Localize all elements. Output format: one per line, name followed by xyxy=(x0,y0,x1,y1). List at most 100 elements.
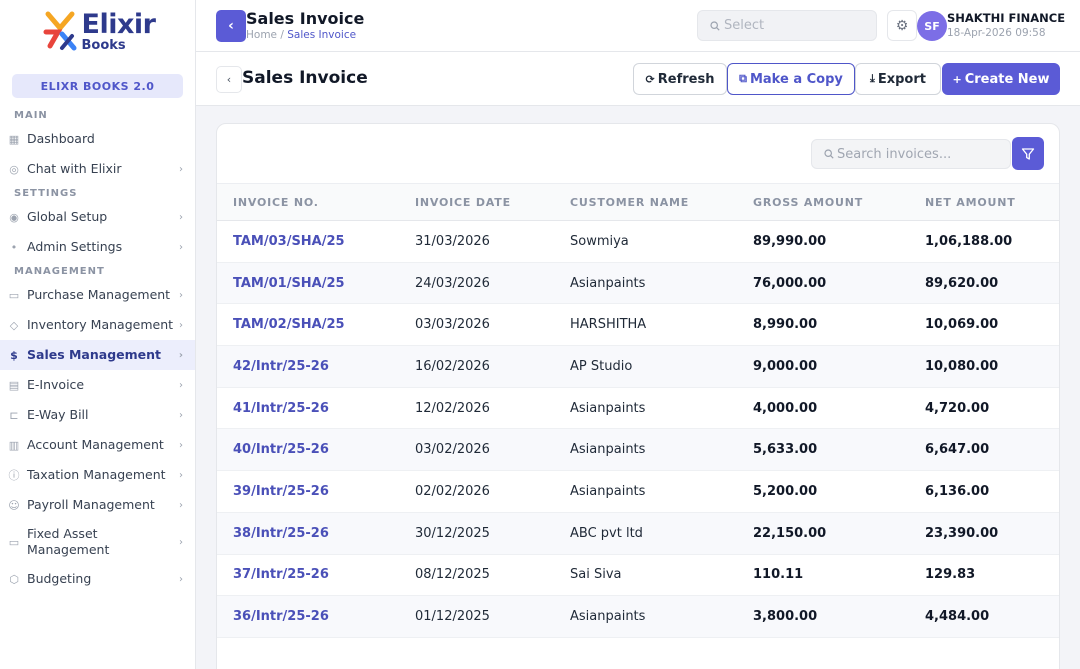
hexagon-icon: ⬡ xyxy=(9,572,19,586)
customer-name-cell: Asianpaints xyxy=(554,262,737,305)
invoice-date-cell: 12/02/2026 xyxy=(399,387,554,430)
sidebar-item-taxation-management[interactable]: ⓘ Taxation Management › xyxy=(0,460,195,490)
sidebar-item-label: Global Setup xyxy=(27,209,108,224)
sidebar-item-budgeting[interactable]: ⬡ Budgeting › xyxy=(0,564,195,594)
sidebar-item-dashboard[interactable]: ▦ Dashboard xyxy=(0,124,195,154)
sidebar-section-label: MANAGEMENT xyxy=(14,265,105,277)
brand-sub: Books xyxy=(81,37,126,53)
sidebar-item-account-management[interactable]: ▥ Account Management › xyxy=(0,430,195,460)
gross-amount-cell: 89,990.00 xyxy=(737,220,909,263)
sidebar-item-sales-management[interactable]: $ Sales Management › xyxy=(0,340,195,370)
table-row[interactable]: 41/Intr/25-26 12/02/2026 Asianpaints 4,000.… xyxy=(217,387,1059,430)
monitor-icon: ▭ xyxy=(8,535,20,549)
breadcrumb-home[interactable]: Home xyxy=(246,29,277,41)
page-header: ‹ Sales Invoice ⟳ Refresh ⧉ Make a Copy ⤓ E… xyxy=(196,52,1080,106)
invoice-number-cell[interactable]: 39/Intr/25-26 xyxy=(217,470,399,513)
export-label: Export xyxy=(877,71,926,87)
sidebar-item-e-way-bill[interactable]: ⊏ E-Way Bill › xyxy=(0,400,195,430)
export-button[interactable]: ⤓ Export xyxy=(855,63,941,95)
sidebar-item-label: Fixed Asset Management xyxy=(27,526,110,557)
brand-logo[interactable]: Elixir Books xyxy=(0,0,195,62)
sidebar-item-admin-settings[interactable]: • Admin Settings › xyxy=(0,232,195,262)
breadcrumb-current[interactable]: Sales Invoice xyxy=(287,29,356,41)
invoice-date-cell: 03/03/2026 xyxy=(399,303,554,347)
sidebar-item-inventory-management[interactable]: ◇ Inventory Management › xyxy=(0,310,195,340)
gross-amount-cell: 3,800.00 xyxy=(737,595,909,638)
sidebar-item-e-invoice[interactable]: ▤ E-Invoice › xyxy=(0,370,195,400)
table-row[interactable]: TAM/02/SHA/25 03/03/2026 HARSHITHA 8,990.00… xyxy=(217,303,1059,347)
net-amount-cell: 10,069.00 xyxy=(909,303,1059,347)
chat-icon: ◎ xyxy=(9,162,19,176)
table-header-row: INVOICE NO. INVOICE DATE CUSTOMER NAME GROS… xyxy=(217,183,1059,221)
column-header[interactable]: NET AMOUNT xyxy=(909,183,1059,221)
invoice-date-cell: 24/03/2026 xyxy=(399,262,554,305)
sidebar-item-label: Account Management xyxy=(27,437,164,452)
create-new-button[interactable]: + Create New xyxy=(942,63,1060,95)
chevron-right-icon: › xyxy=(179,163,183,175)
invoice-number-cell[interactable]: TAM/03/SHA/25 xyxy=(217,220,399,263)
avatar[interactable]: SF xyxy=(917,11,947,41)
gross-amount-cell: 9,000.00 xyxy=(737,345,909,388)
search-input[interactable]: Search invoices... xyxy=(811,139,1011,169)
customer-name-cell: Asianpaints xyxy=(554,595,737,638)
sidebar-section-label: SETTINGS xyxy=(14,187,78,199)
table-row[interactable]: 42/Intr/25-26 16/02/2026 AP Studio 9,000.00… xyxy=(217,345,1059,388)
plus-icon: + xyxy=(952,72,962,86)
net-amount-cell: 1,06,188.00 xyxy=(909,220,1059,263)
table-row[interactable]: 39/Intr/25-26 02/02/2026 Asianpaints 5,200.… xyxy=(217,470,1059,513)
invoice-number-cell[interactable]: 40/Intr/25-26 xyxy=(217,428,399,472)
column-header[interactable]: INVOICE DATE xyxy=(399,183,554,221)
page-title: Sales Invoice xyxy=(242,68,368,88)
table-row[interactable]: 38/Intr/25-26 30/12/2025 ABC pvt ltd 22,150… xyxy=(217,512,1059,555)
sidebar-item-purchase-management[interactable]: ▭ Purchase Management › xyxy=(0,280,195,310)
settings-button[interactable]: ⚙ xyxy=(887,10,917,41)
invoice-date-cell: 31/03/2026 xyxy=(399,220,554,263)
ledger-icon: ▥ xyxy=(8,438,20,452)
column-header[interactable]: INVOICE NO. xyxy=(217,183,399,221)
invoice-table: INVOICE NO. INVOICE DATE CUSTOMER NAME GROS… xyxy=(217,183,1059,638)
net-amount-cell: 129.83 xyxy=(909,554,1059,597)
invoice-list-card: Search invoices... INVOICE NO. INVOICE DA… xyxy=(216,123,1060,669)
table-row[interactable]: 37/Intr/25-26 08/12/2025 Sai Siva 110.11 129… xyxy=(217,554,1059,597)
invoice-number-cell[interactable]: 36/Intr/25-26 xyxy=(217,595,399,638)
sidebar-item-chat-with-elixir[interactable]: ◎ Chat with Elixir › xyxy=(0,154,195,184)
sidebar-toggle-button[interactable]: ‹ xyxy=(216,10,246,42)
column-header[interactable]: GROSS AMOUNT xyxy=(737,183,909,221)
table-row[interactable]: 40/Intr/25-26 03/02/2026 Asianpaints 5,633.… xyxy=(217,428,1059,472)
sidebar-item-label: Purchase Management xyxy=(27,287,171,302)
table-row[interactable]: TAM/01/SHA/25 24/03/2026 Asianpaints 76,000… xyxy=(217,262,1059,305)
gross-amount-cell: 22,150.00 xyxy=(737,512,909,555)
tag-icon: ◇ xyxy=(9,318,19,332)
download-icon: ⤓ xyxy=(869,72,875,85)
invoice-number-cell[interactable]: TAM/01/SHA/25 xyxy=(217,262,399,305)
refresh-button[interactable]: ⟳ Refresh xyxy=(633,63,727,95)
table-row[interactable]: 36/Intr/25-26 01/12/2025 Asianpaints 3,800.… xyxy=(217,595,1059,638)
chevron-right-icon: › xyxy=(179,241,183,253)
invoice-number-cell[interactable]: 42/Intr/25-26 xyxy=(217,345,399,388)
gross-amount-cell: 110.11 xyxy=(737,554,909,597)
back-button[interactable]: ‹ xyxy=(216,66,242,93)
invoice-number-cell[interactable]: 41/Intr/25-26 xyxy=(217,387,399,430)
breadcrumb: Home / Sales Invoice xyxy=(246,29,356,41)
chevron-right-icon: › xyxy=(179,536,183,548)
company-name: SHAKTHI FINANCE xyxy=(947,11,1066,25)
sidebar-item-label: E-Invoice xyxy=(27,377,85,392)
column-header[interactable]: CUSTOMER NAME xyxy=(554,183,737,221)
sidebar-item-payroll-management[interactable]: ☺ Payroll Management › xyxy=(0,490,195,520)
invoice-number-cell[interactable]: 37/Intr/25-26 xyxy=(217,554,399,597)
chevron-right-icon: › xyxy=(179,211,183,223)
company-select[interactable]: Select xyxy=(697,10,877,41)
net-amount-cell: 6,136.00 xyxy=(909,470,1059,513)
make-copy-button[interactable]: ⧉ Make a Copy xyxy=(727,63,855,95)
table-row[interactable]: TAM/03/SHA/25 31/03/2026 Sowmiya 89,990.00 1… xyxy=(217,220,1059,263)
chevron-right-icon: › xyxy=(179,439,183,451)
chevron-right-icon: › xyxy=(179,319,183,331)
sidebar-item-fixed-asset-management[interactable]: ▭ Fixed Asset Management › xyxy=(0,520,195,564)
customer-name-cell: Asianpaints xyxy=(554,470,737,513)
sidebar-item-global-setup[interactable]: ◉ Global Setup › xyxy=(0,202,195,232)
sidebar-item-label: Taxation Management xyxy=(27,467,166,482)
dot-icon: • xyxy=(10,240,18,254)
invoice-number-cell[interactable]: TAM/02/SHA/25 xyxy=(217,303,399,347)
invoice-number-cell[interactable]: 38/Intr/25-26 xyxy=(217,512,399,555)
filter-button[interactable] xyxy=(1012,137,1044,170)
